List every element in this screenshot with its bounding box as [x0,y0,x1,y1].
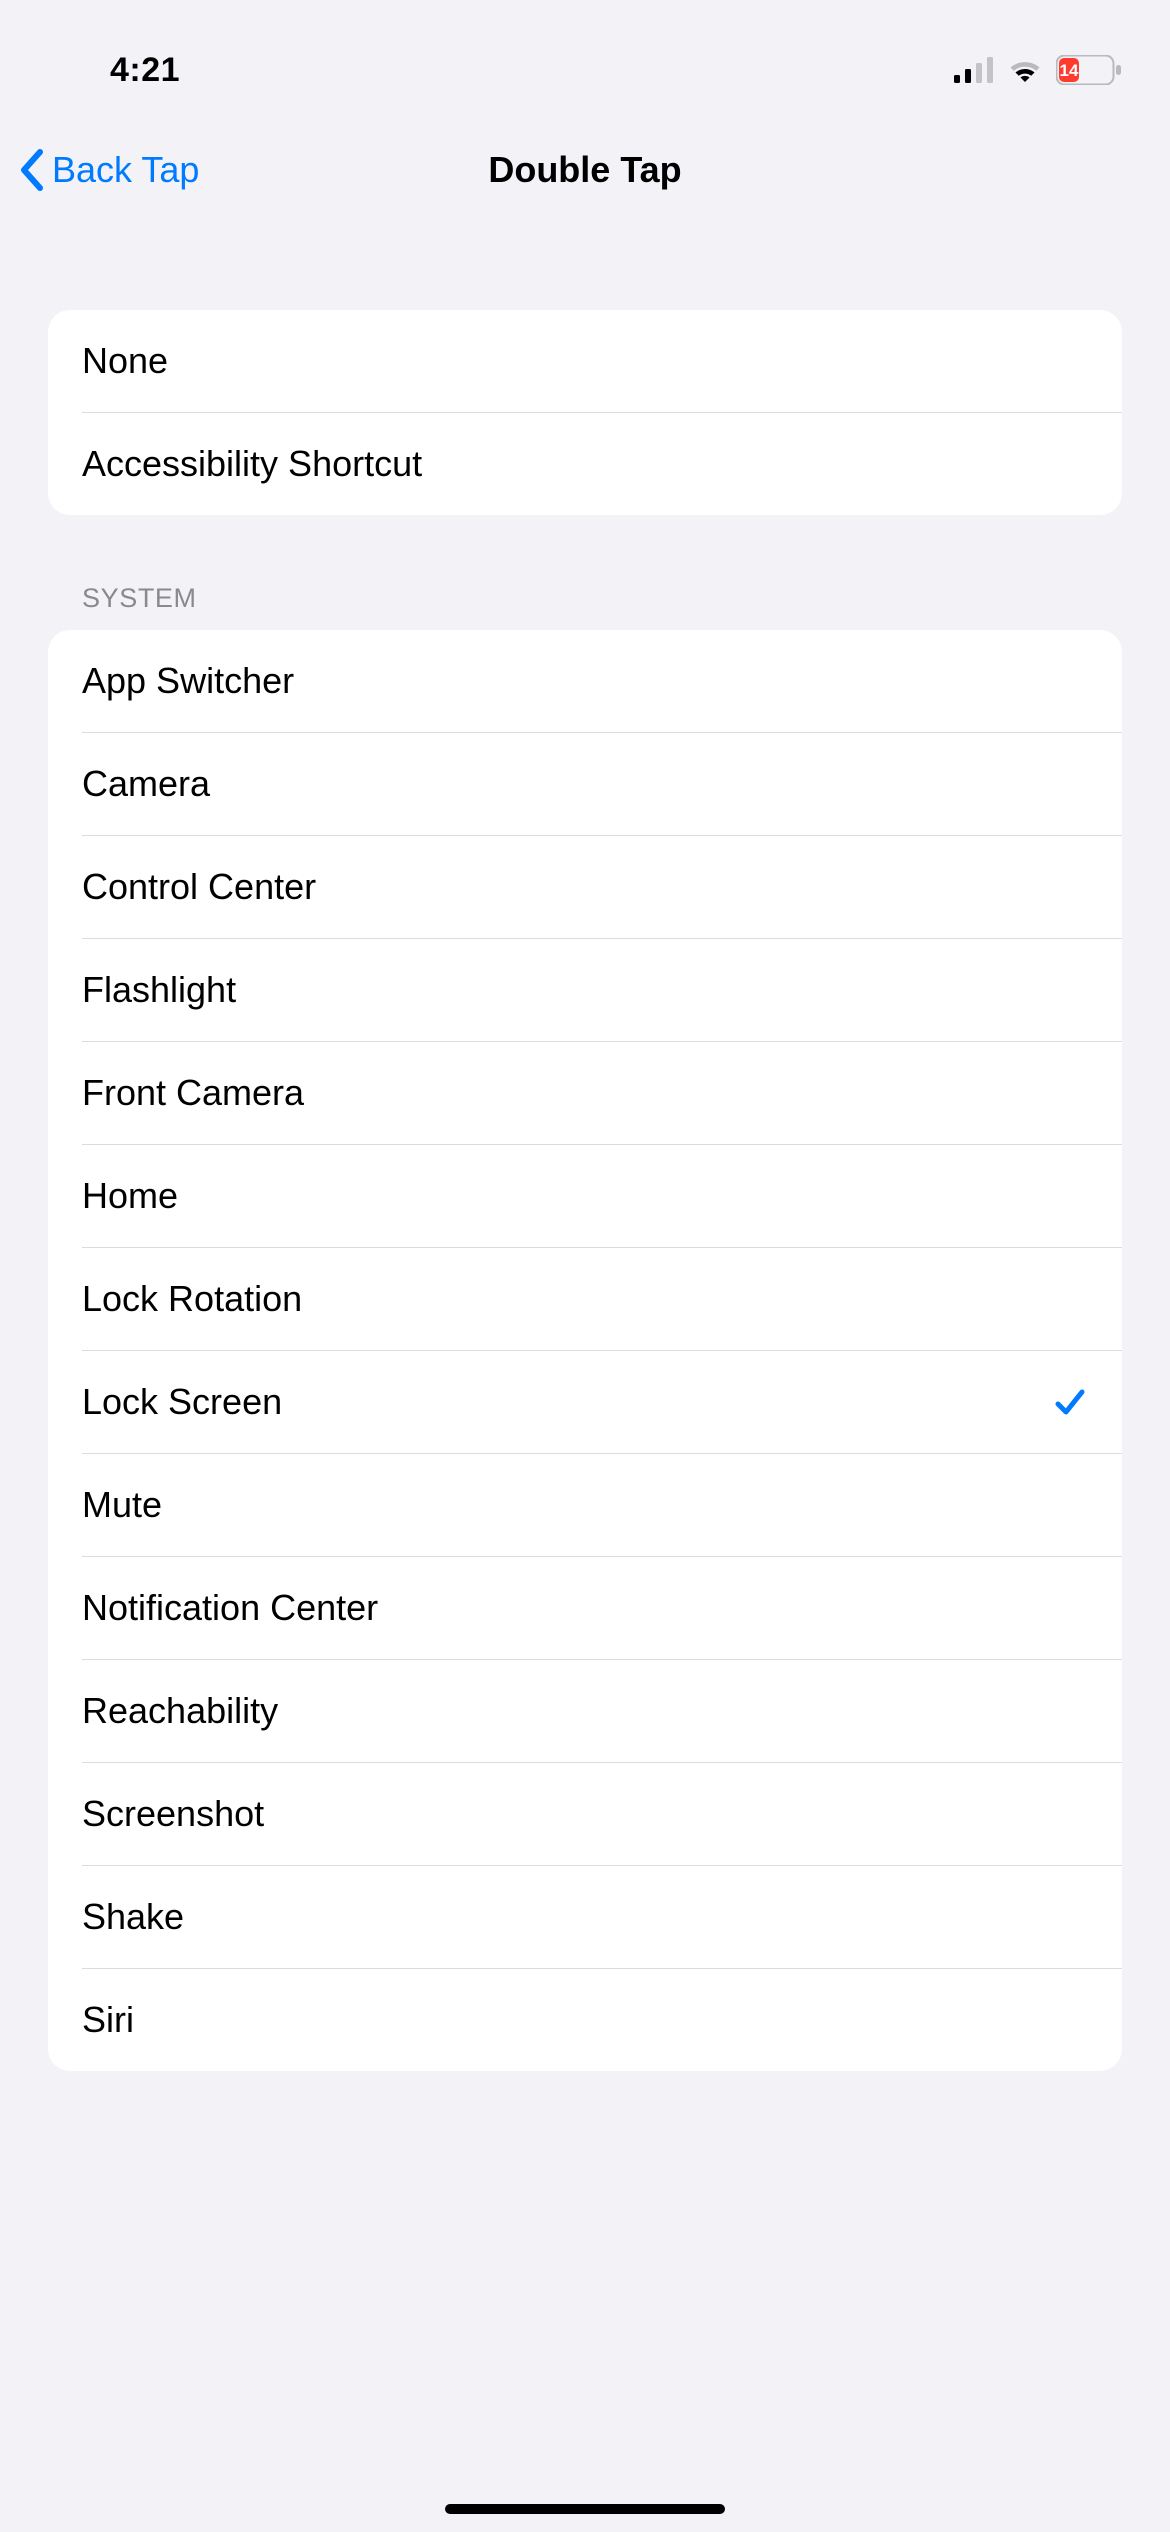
option-label: Mute [82,1484,1088,1526]
option-label: Lock Screen [82,1381,1052,1423]
option-label: None [82,340,1088,382]
option-row-siri[interactable]: Siri [82,1968,1122,2071]
back-button[interactable]: Back Tap [18,120,199,220]
status-right: 14 [954,55,1122,85]
cellular-signal-icon [954,57,994,83]
option-label: Camera [82,763,1088,805]
option-label: Front Camera [82,1072,1088,1114]
option-label: Flashlight [82,969,1088,1011]
option-row-home[interactable]: Home [82,1144,1122,1247]
option-row-screenshot[interactable]: Screenshot [82,1762,1122,1865]
status-bar: 4:21 14 [0,0,1170,120]
option-label: Control Center [82,866,1088,908]
battery-icon: 14 [1056,55,1122,85]
option-row-accessibility-shortcut[interactable]: Accessibility Shortcut [82,412,1122,515]
option-row-control-center[interactable]: Control Center [82,835,1122,938]
option-label: Accessibility Shortcut [82,443,1088,485]
option-label: Lock Rotation [82,1278,1088,1320]
option-row-none[interactable]: None [48,310,1122,412]
option-row-lock-rotation[interactable]: Lock Rotation [82,1247,1122,1350]
back-label: Back Tap [52,149,199,191]
option-row-mute[interactable]: Mute [82,1453,1122,1556]
checkmark-icon [1052,1384,1088,1420]
option-row-camera[interactable]: Camera [82,732,1122,835]
option-label: Notification Center [82,1587,1088,1629]
option-row-notification-center[interactable]: Notification Center [82,1556,1122,1659]
option-row-front-camera[interactable]: Front Camera [82,1041,1122,1144]
option-row-shake[interactable]: Shake [82,1865,1122,1968]
page-title: Double Tap [488,149,681,191]
section-header-system: SYSTEM [48,583,1122,630]
general-options-group: None Accessibility Shortcut [48,310,1122,515]
home-indicator [445,2504,725,2514]
status-time: 4:21 [110,51,180,90]
option-label: Siri [82,1999,1088,2041]
option-label: App Switcher [82,660,1088,702]
option-label: Reachability [82,1690,1088,1732]
option-row-app-switcher[interactable]: App Switcher [48,630,1122,732]
option-row-flashlight[interactable]: Flashlight [82,938,1122,1041]
nav-bar: Back Tap Double Tap [0,120,1170,220]
option-label: Screenshot [82,1793,1088,1835]
chevron-back-icon [18,148,48,192]
battery-percent-text: 14 [1060,61,1079,80]
system-options-group: App Switcher Camera Control Center Flashlig… [48,630,1122,2071]
option-row-lock-screen[interactable]: Lock Screen [82,1350,1122,1453]
wifi-icon [1006,56,1044,84]
option-label: Shake [82,1896,1088,1938]
option-row-reachability[interactable]: Reachability [82,1659,1122,1762]
option-label: Home [82,1175,1088,1217]
content: None Accessibility Shortcut SYSTEM App Sw… [0,310,1170,2071]
